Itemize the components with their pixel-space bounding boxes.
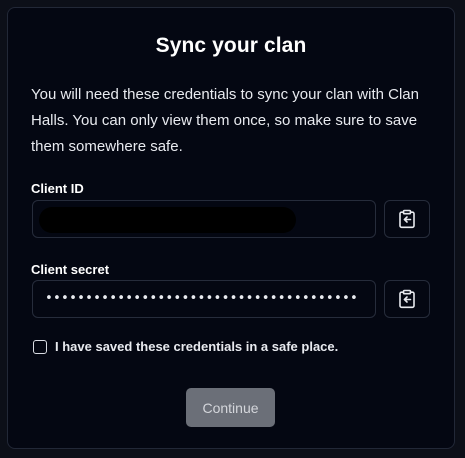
redacted-value (39, 207, 296, 233)
copy-client-id-button[interactable] (384, 200, 430, 238)
client-secret-label: Client secret (31, 262, 110, 277)
copy-client-secret-button[interactable] (384, 280, 430, 318)
dialog-title: Sync your clan (155, 34, 307, 57)
client-secret-value: ••••••••••••••••••••••••••••••••••••••• (45, 290, 359, 306)
continue-button[interactable]: Continue (186, 388, 275, 427)
saved-credentials-label[interactable]: I have saved these credentials in a safe… (55, 339, 338, 354)
client-id-label: Client ID (31, 181, 84, 196)
client-secret-field[interactable]: ••••••••••••••••••••••••••••••••••••••• (32, 280, 376, 318)
sync-clan-dialog: Sync your clan You will need these crede… (7, 7, 455, 449)
clipboard-copy-icon (398, 209, 416, 229)
saved-credentials-checkbox[interactable] (33, 339, 47, 354)
client-id-field[interactable] (32, 200, 376, 238)
dialog-description: You will need these credentials to sync … (31, 86, 419, 155)
clipboard-copy-icon (398, 289, 416, 309)
confirmation-row: I have saved these credentials in a safe… (33, 339, 338, 354)
